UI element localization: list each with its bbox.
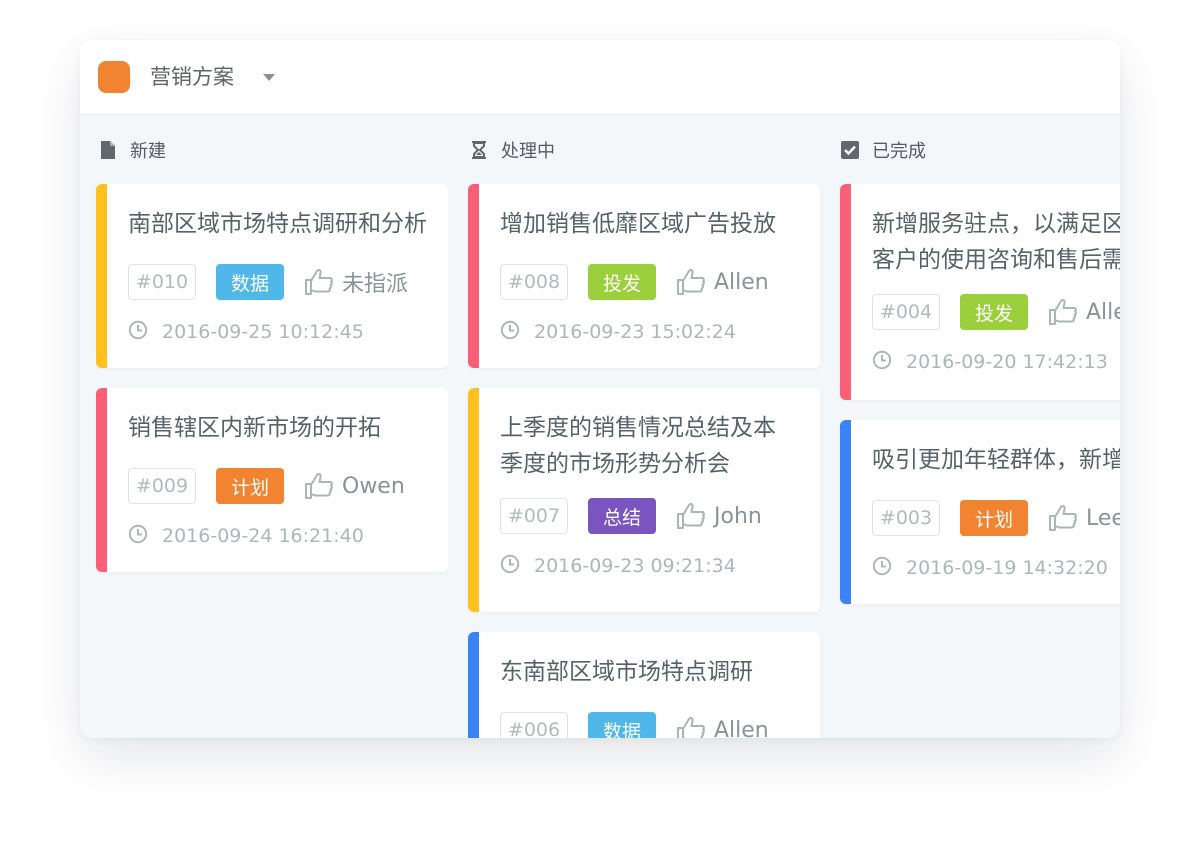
- assignee[interactable]: Allen: [714, 718, 769, 739]
- column-title: 处理中: [501, 141, 555, 162]
- assignee[interactable]: John: [714, 504, 762, 529]
- task-id: #008: [500, 264, 568, 300]
- card-time: 2016-09-23 15:02:24: [500, 320, 736, 344]
- task-card[interactable]: 上季度的销售情况总结及本 季度的市场形势分析会 #007 总结 John 2016-09…: [468, 388, 820, 612]
- task-id: #007: [500, 498, 568, 534]
- task-id: #006: [500, 712, 568, 738]
- column-header-done: 已完成: [840, 136, 926, 164]
- card-title[interactable]: 新增服务驻点，以满足区 客户的使用咨询和售后需: [872, 206, 1120, 278]
- priority-stripe: [96, 388, 107, 572]
- column-header-new: 新建: [98, 136, 166, 164]
- card-title[interactable]: 上季度的销售情况总结及本 季度的市场形势分析会: [500, 410, 820, 482]
- task-tag[interactable]: 数据: [588, 712, 656, 738]
- assignee[interactable]: Allen: [1086, 300, 1120, 325]
- timestamp: 2016-09-20 17:42:13: [906, 351, 1108, 373]
- column-title: 已完成: [872, 141, 926, 162]
- priority-stripe: [468, 632, 479, 738]
- priority-stripe: [468, 388, 479, 612]
- task-tag[interactable]: 计划: [216, 468, 284, 504]
- card-title[interactable]: 南部区域市场特点调研和分析: [128, 206, 448, 242]
- card-meta: #010 数据 未指派: [128, 264, 408, 300]
- clock-icon: [500, 554, 520, 578]
- timestamp: 2016-09-24 16:21:40: [162, 525, 364, 547]
- task-card[interactable]: 东南部区域市场特点调研 #006 数据 Allen: [468, 632, 820, 738]
- card-title[interactable]: 东南部区域市场特点调研: [500, 654, 820, 690]
- column-header-in-progress: 处理中: [469, 136, 555, 164]
- timestamp: 2016-09-23 15:02:24: [534, 321, 736, 343]
- card-time: 2016-09-24 16:21:40: [128, 524, 364, 548]
- priority-stripe: [468, 184, 479, 368]
- thumbs-up-outline-icon[interactable]: [304, 471, 334, 501]
- card-meta: #007 总结 John: [500, 498, 762, 534]
- column-title: 新建: [130, 141, 166, 162]
- priority-stripe: [840, 420, 851, 604]
- card-title[interactable]: 销售辖区内新市场的开拓: [128, 410, 448, 446]
- card-meta: #008 投发 Allen: [500, 264, 769, 300]
- card-meta: #006 数据 Allen: [500, 712, 769, 738]
- card-time: 2016-09-20 17:42:13: [872, 350, 1108, 374]
- card-meta: #004 投发 Allen: [872, 294, 1120, 330]
- app-window: 营销方案 新建 处理中 已完成 南部区域市场特点调研和分析 #010 数据 未指派 20…: [80, 40, 1120, 738]
- task-tag[interactable]: 投发: [960, 294, 1028, 330]
- thumbs-up-outline-icon[interactable]: [1048, 503, 1078, 533]
- priority-stripe: [840, 184, 851, 400]
- task-tag[interactable]: 数据: [216, 264, 284, 300]
- task-tag[interactable]: 投发: [588, 264, 656, 300]
- card-time: 2016-09-23 09:21:34: [500, 554, 736, 578]
- task-card[interactable]: 新增服务驻点，以满足区 客户的使用咨询和售后需 #004 投发 Allen 2016-0…: [840, 184, 1120, 400]
- card-time: 2016-09-19 14:32:20: [872, 556, 1108, 580]
- priority-stripe: [96, 184, 107, 368]
- clock-icon: [128, 320, 148, 344]
- caret-down-icon[interactable]: [263, 74, 275, 81]
- document-icon: [98, 139, 118, 161]
- task-card[interactable]: 销售辖区内新市场的开拓 #009 计划 Owen 2016-09-24 16:21:40: [96, 388, 448, 572]
- card-title[interactable]: 增加销售低靡区域广告投放: [500, 206, 820, 242]
- thumbs-up-outline-icon[interactable]: [676, 267, 706, 297]
- task-card[interactable]: 南部区域市场特点调研和分析 #010 数据 未指派 2016-09-25 10:12:4…: [96, 184, 448, 368]
- assignee[interactable]: Owen: [342, 474, 405, 499]
- task-tag[interactable]: 计划: [960, 500, 1028, 536]
- timestamp: 2016-09-23 09:21:34: [534, 555, 736, 577]
- card-title[interactable]: 吸引更加年轻群体，新增: [872, 442, 1120, 478]
- checkbox-checked-icon: [840, 139, 860, 161]
- task-id: #010: [128, 264, 196, 300]
- card-time: 2016-09-25 10:12:45: [128, 320, 364, 344]
- project-title[interactable]: 营销方案: [150, 62, 234, 92]
- hourglass-icon: [469, 139, 489, 161]
- card-meta: #003 计划 Lee: [872, 500, 1120, 536]
- timestamp: 2016-09-19 14:32:20: [906, 557, 1108, 579]
- app-icon: [98, 61, 130, 93]
- top-bar: 营销方案: [80, 40, 1120, 115]
- clock-icon: [128, 524, 148, 548]
- task-card[interactable]: 增加销售低靡区域广告投放 #008 投发 Allen 2016-09-23 15:02:…: [468, 184, 820, 368]
- clock-icon: [872, 556, 892, 580]
- assignee[interactable]: 未指派: [342, 266, 408, 298]
- thumbs-up-outline-icon[interactable]: [676, 715, 706, 738]
- task-card[interactable]: 吸引更加年轻群体，新增 #003 计划 Lee 2016-09-19 14:32:20: [840, 420, 1120, 604]
- assignee[interactable]: Allen: [714, 270, 769, 295]
- clock-icon: [872, 350, 892, 374]
- timestamp: 2016-09-25 10:12:45: [162, 321, 364, 343]
- task-id: #004: [872, 294, 940, 330]
- task-id: #009: [128, 468, 196, 504]
- thumbs-up-outline-icon[interactable]: [1048, 297, 1078, 327]
- clock-icon: [500, 320, 520, 344]
- thumbs-up-outline-icon[interactable]: [304, 267, 334, 297]
- assignee[interactable]: Lee: [1086, 506, 1120, 531]
- thumbs-up-outline-icon[interactable]: [676, 501, 706, 531]
- task-id: #003: [872, 500, 940, 536]
- card-meta: #009 计划 Owen: [128, 468, 405, 504]
- task-tag[interactable]: 总结: [588, 498, 656, 534]
